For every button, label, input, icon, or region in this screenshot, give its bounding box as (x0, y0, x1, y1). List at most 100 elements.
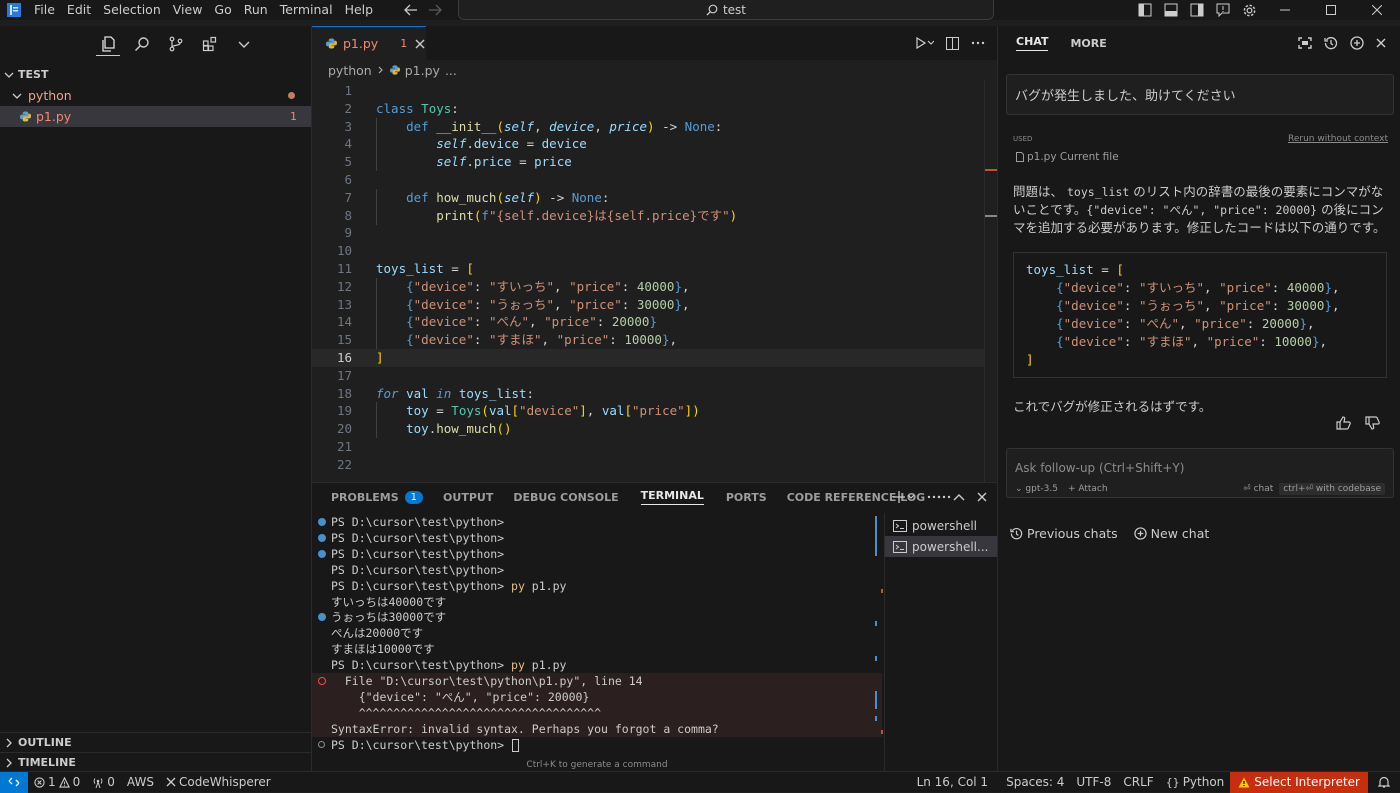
terminal-scrollbar[interactable] (875, 513, 883, 772)
more-actions-icon[interactable] (971, 41, 985, 45)
menu-view[interactable]: View (167, 0, 209, 20)
line-number: 7 (344, 189, 352, 205)
outline-section[interactable]: OUTLINE (0, 732, 312, 752)
code-line: 14 {"device": "ぺん", "price": 20000} (312, 313, 984, 331)
command-success-dot[interactable] (318, 533, 326, 542)
maximize-panel-icon[interactable] (953, 493, 965, 501)
terminal-text: File "D:\cursor\test\python\p1.py", line… (331, 674, 643, 688)
search-icon[interactable] (130, 32, 154, 56)
terminal-more-icon[interactable] (927, 495, 941, 499)
encoding-status[interactable]: UTF-8 (1070, 772, 1117, 793)
new-chat-link[interactable]: New chat (1133, 526, 1209, 541)
menu-run[interactable]: Run (238, 0, 274, 20)
explorer-files-icon[interactable] (95, 32, 120, 56)
menu-selection[interactable]: Selection (97, 0, 167, 20)
folder-python[interactable]: python (0, 85, 311, 106)
new-terminal-icon[interactable] (893, 491, 915, 503)
terminal-text: PS D:\cursor\test\python> (331, 562, 505, 577)
submit-chat-button[interactable]: ⏎ chat (1243, 484, 1273, 494)
terminal-text: ^^^^^^^^^^^^^^^^^^^^^^^^^^^^^^^^^^^ (331, 705, 602, 720)
chevron-down-icon[interactable] (232, 32, 256, 56)
feedback-icon[interactable] (1210, 0, 1236, 20)
toggle-primary-sidebar-icon[interactable] (1132, 0, 1158, 20)
attach-button[interactable]: + Attach (1068, 484, 1108, 494)
breadcrumb-folder[interactable]: python (328, 63, 372, 78)
code-text: toy.how_much() (406, 421, 512, 437)
remote-indicator-icon[interactable] (0, 771, 28, 793)
aws-status[interactable]: AWS (121, 772, 160, 793)
command-success-dot[interactable] (318, 518, 326, 526)
explorer-root-section[interactable]: TEST (0, 64, 311, 85)
command-success-dot[interactable] (318, 549, 326, 558)
terminal-instance-1[interactable]: powershell (885, 515, 997, 536)
breadcrumb-symbol[interactable]: ... (445, 63, 457, 78)
source-control-icon[interactable] (164, 32, 188, 56)
tab-chat[interactable]: CHAT (1016, 35, 1049, 51)
close-window-icon[interactable] (1354, 0, 1400, 20)
menu-go[interactable]: Go (208, 0, 237, 20)
model-selector[interactable]: ⌄ gpt-3.5 (1015, 484, 1058, 494)
menu-file[interactable]: File (28, 0, 61, 20)
history-icon[interactable] (1324, 36, 1338, 50)
tab-ports[interactable]: PORTS (716, 483, 779, 511)
follow-up-input[interactable]: Ask follow-up (Ctrl+Shift+Y) ⌄ gpt-3.5 +… (1006, 448, 1394, 498)
model-label: gpt-3.5 (1025, 484, 1058, 494)
command-error-icon[interactable] (318, 677, 326, 685)
split-editor-icon[interactable] (946, 36, 959, 50)
settings-gear-icon[interactable] (1236, 0, 1262, 20)
thumbs-down-icon[interactable] (1365, 416, 1380, 430)
close-x-icon (166, 777, 176, 787)
extensions-icon[interactable] (198, 32, 222, 56)
run-play-icon[interactable] (916, 37, 934, 49)
toggle-secondary-sidebar-icon[interactable] (1184, 0, 1210, 20)
tab-problems[interactable]: PROBLEMS 1 (331, 483, 435, 511)
editor-scrollbar[interactable] (984, 80, 997, 482)
notifications-bell-icon[interactable] (1368, 772, 1400, 793)
line-number: 4 (344, 136, 352, 152)
thumbs-up-icon[interactable] (1336, 416, 1351, 430)
terminal-instance-2[interactable]: powershell... (885, 536, 997, 557)
timeline-section[interactable]: TIMELINE (0, 752, 312, 772)
terminal-line: すいっちは40000です (312, 594, 882, 610)
python-file-icon (20, 111, 31, 122)
app-logo-icon (0, 0, 28, 20)
fullscreen-icon[interactable] (1298, 37, 1312, 49)
minimize-window-icon[interactable] (1262, 0, 1308, 20)
new-chat-plus-icon[interactable] (1350, 36, 1364, 50)
breadcrumb-file[interactable]: p1.py (405, 63, 440, 78)
toggle-panel-icon[interactable] (1158, 0, 1184, 20)
problems-status[interactable]: 1 0 (28, 772, 86, 793)
close-chat-icon[interactable] (1376, 38, 1386, 48)
select-interpreter-button[interactable]: Select Interpreter (1230, 771, 1368, 793)
tab-output[interactable]: OUTPUT (435, 483, 505, 511)
command-center-search[interactable]: test (458, 0, 994, 20)
code-line: 1 (312, 82, 984, 100)
maximize-window-icon[interactable] (1308, 0, 1354, 20)
context-file-chip[interactable]: p1.py Current file (1016, 151, 1119, 163)
close-tab-icon[interactable] (415, 39, 425, 49)
indentation-status[interactable]: Spaces: 4 (1000, 772, 1070, 793)
menu-help[interactable]: Help (339, 0, 380, 20)
menu-edit[interactable]: Edit (61, 0, 97, 20)
forward-arrow-icon[interactable] (428, 4, 442, 16)
language-mode-status[interactable]: {} Python (1160, 772, 1231, 793)
previous-chats-link[interactable]: Previous chats (1010, 526, 1118, 541)
tab-debug-console[interactable]: DEBUG CONSOLE (505, 483, 630, 511)
ports-status[interactable]: 0 (86, 772, 121, 793)
terminal-output[interactable]: Ctrl+K to generate a command PS D:\curso… (312, 513, 882, 772)
eol-status[interactable]: CRLF (1117, 772, 1159, 793)
tab-p1py[interactable]: p1.py 1 (312, 26, 426, 60)
file-p1py[interactable]: p1.py 1 (0, 106, 311, 127)
code-editor[interactable]: 1 2 class Toys: 3 def __init__(self, device… (312, 80, 997, 482)
codebase-submit-button[interactable]: ctrl+⏎ with codebase (1279, 483, 1385, 495)
tab-more[interactable]: MORE (1070, 37, 1106, 50)
menu-terminal[interactable]: Terminal (274, 0, 339, 20)
back-arrow-icon[interactable] (404, 4, 418, 16)
rerun-without-context-link[interactable]: Rerun without context (1288, 134, 1388, 144)
codewhisperer-status[interactable]: CodeWhisperer (160, 772, 277, 793)
answer-code-block[interactable]: toys_list = [ {"device": "すいっち", "price"… (1013, 252, 1387, 378)
cursor-position-status[interactable]: Ln 16, Col 1 (911, 772, 995, 793)
close-panel-icon[interactable] (977, 492, 987, 502)
tab-terminal[interactable]: TERMINAL (631, 483, 716, 511)
command-success-dot[interactable] (318, 613, 326, 622)
